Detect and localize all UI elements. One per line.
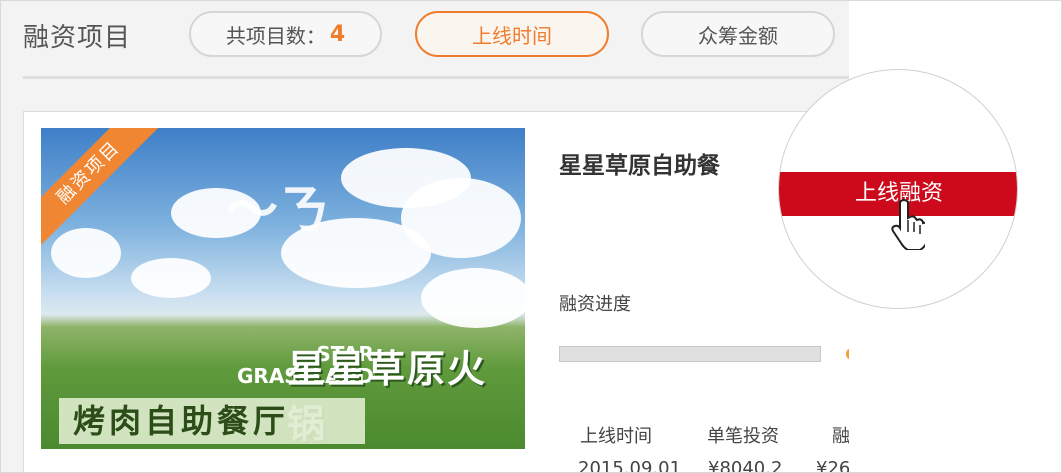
project-card[interactable]: 〜ㄋ STAR GRASSLAND 星星草原火锅 烤肉自助餐厅 融资项目 星星草… (23, 111, 849, 472)
cell-online-time: 2015.09.01 (578, 458, 682, 472)
project-image[interactable]: 〜ㄋ STAR GRASSLAND 星星草原火锅 烤肉自助餐厅 融资项目 (41, 128, 525, 449)
cloud-shape (421, 268, 525, 328)
sort-online-time-button[interactable]: 上线时间 (415, 11, 609, 57)
project-count-badge: 共项目数： 4 (189, 11, 382, 57)
header-divider (23, 76, 849, 79)
project-name[interactable]: 星星草原自助餐 (559, 146, 720, 180)
page-frame: 融资项目 共项目数： 4 上线时间 众筹金额 〜ㄋ STAR GRASSLAND (0, 0, 1062, 473)
cloud-shape (51, 228, 121, 278)
progress-label: 融资进度 (559, 294, 631, 315)
image-text-hall: 烤肉自助餐厅 (59, 398, 365, 444)
cell-single-investment: ¥8040.2 (708, 458, 783, 472)
column-header-financing: 融 (832, 426, 849, 447)
column-header-single-investment: 单笔投资 (707, 426, 779, 447)
cell-financing: ¥26 (816, 458, 849, 472)
progress-bar (559, 346, 821, 362)
project-panel: 融资项目 共项目数： 4 上线时间 众筹金额 〜ㄋ STAR GRASSLAND (1, 1, 849, 472)
zoom-callout: 上线融资 (778, 69, 1018, 309)
hand-pointer-icon (891, 199, 925, 250)
project-count-label: 共项目数： (225, 23, 326, 48)
column-header-online-time: 上线时间 (580, 426, 652, 447)
project-count-value: 4 (329, 21, 346, 47)
sort-amount-button[interactable]: 众筹金额 (641, 11, 835, 57)
progress-dot (846, 348, 849, 360)
page-title: 融资项目 (23, 23, 132, 53)
cloud-shape (131, 258, 211, 298)
calligraphy-mark: 〜ㄋ (226, 181, 331, 241)
